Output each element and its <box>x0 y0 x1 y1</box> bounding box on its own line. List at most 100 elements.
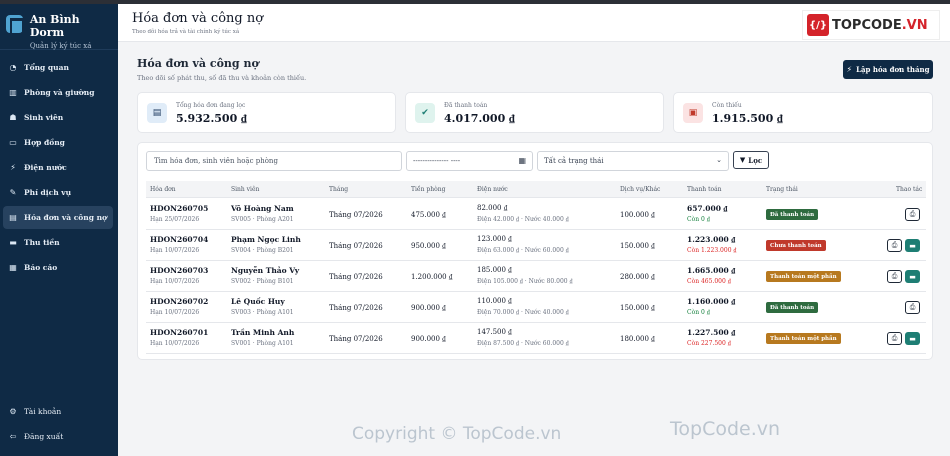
utility-detail: Điện 105.000 ₫ · Nước 80.000 ₫ <box>477 278 573 285</box>
sidebar-item-8[interactable]: ▦ Báo cáo <box>3 256 113 279</box>
invoice-month: Tháng 07/2026 <box>329 211 383 219</box>
sidebar-item-6[interactable]: ▤ Hóa đơn và công nợ <box>3 206 113 229</box>
student-room: SV002 · Phòng B101 <box>231 278 294 285</box>
invoice-due-date: Hạn 25/07/2026 <box>150 216 200 223</box>
cash-icon: ▬ <box>909 334 916 343</box>
col-header-utilities: Điện nước <box>477 186 508 193</box>
stat-value: 5.932.500 ₫ <box>176 112 247 125</box>
collect-payment-button[interactable]: ▬ <box>905 270 920 283</box>
sidebar-item-label: Tổng quan <box>24 63 69 72</box>
col-header-payment: Thanh toán <box>687 186 722 193</box>
utility-detail: Điện 70.000 ₫ · Nước 40.000 ₫ <box>477 309 569 316</box>
status-badge: Đã thanh toán <box>766 302 819 313</box>
money-icon: ▬ <box>9 238 17 247</box>
sidebar-item-2[interactable]: ☗ Sinh viên <box>3 106 113 129</box>
topcode-mark-icon: {/} <box>807 14 829 36</box>
invoice-icon: ▤ <box>9 213 17 222</box>
invoice-due-date: Hạn 10/07/2026 <box>150 340 200 347</box>
print-button[interactable]: ⎙ <box>905 208 920 221</box>
page-title: Hóa đơn và công nợ <box>137 57 259 70</box>
utility-detail: Điện 63.000 ₫ · Nước 60.000 ₫ <box>477 247 569 254</box>
table-row: HDON260705 Hạn 25/07/2026 Võ Hoàng Nam SV00… <box>146 199 926 230</box>
payment-remaining: Còn 465.000 ₫ <box>687 278 731 285</box>
stat-card-paid: ✔ Đã thanh toán 4.017.000 ₫ <box>405 92 664 133</box>
col-header-month: Tháng <box>329 186 349 193</box>
payment-remaining: Còn 1.223.000 ₫ <box>687 247 737 254</box>
sidebar-item-4[interactable]: ⚡ Điện nước <box>3 156 113 179</box>
sidebar-item-account[interactable]: ⚙ Tài khoản <box>3 400 113 423</box>
collect-payment-button[interactable]: ▬ <box>905 332 920 345</box>
student-name: Lê Quốc Huy <box>231 297 285 306</box>
sidebar-item-3[interactable]: ▭ Hợp đồng <box>3 131 113 154</box>
invoice-month: Tháng 07/2026 <box>329 273 383 281</box>
service-fee: 180.000 ₫ <box>620 335 655 343</box>
stat-label: Còn thiếu <box>712 102 742 109</box>
invoice-code: HDON260704 <box>150 235 209 244</box>
printer-icon: ⎙ <box>909 303 916 311</box>
funnel-icon: ▼ <box>739 156 746 164</box>
col-header-rent: Tiền phòng <box>411 186 446 193</box>
invoice-due-date: Hạn 10/07/2026 <box>150 247 200 254</box>
table-header: Hóa đơn Sinh viên Tháng Tiền phòng Điện … <box>146 181 926 198</box>
status-badge: Đã thanh toán <box>766 209 819 220</box>
sidebar-item-5[interactable]: ✎ Phí dịch vụ <box>3 181 113 204</box>
sidebar-item-7[interactable]: ▬ Thu tiền <box>3 231 113 254</box>
sidebar-item-label: Điện nước <box>24 163 67 172</box>
calendar-icon: ▦ <box>518 156 526 165</box>
student-room: SV003 · Phòng A101 <box>231 309 294 316</box>
col-header-actions: Thao tác <box>896 186 923 193</box>
student-name: Phạm Ngọc Linh <box>231 235 301 244</box>
search-input[interactable]: Tìm hóa đơn, sinh viên hoặc phòng <box>146 151 402 171</box>
cash-icon: ▬ <box>909 272 916 281</box>
room-fee: 475.000 ₫ <box>411 211 446 219</box>
sidebar-item-0[interactable]: ◔ Tổng quan <box>3 56 113 79</box>
chart-icon: ▦ <box>9 263 17 272</box>
print-button[interactable]: ⎙ <box>905 301 920 314</box>
logo-text-left: TOPCODE <box>832 17 902 33</box>
status-select[interactable]: Tất cả trạng thái ⌄ <box>537 151 729 171</box>
invoice-due-date: Hạn 10/07/2026 <box>150 309 200 316</box>
sidebar-item-1[interactable]: ▥ Phòng và giường <box>3 81 113 104</box>
sidebar-item-label: Sinh viên <box>24 113 64 122</box>
room-fee: 950.000 ₫ <box>411 242 446 250</box>
sidebar-item-label: Tài khoản <box>24 407 62 416</box>
invoice-month: Tháng 07/2026 <box>329 242 383 250</box>
col-header-status: Trạng thái <box>766 186 798 193</box>
check-icon: ✔ <box>415 103 435 123</box>
utility-fee: 110.000 ₫ <box>477 297 512 305</box>
sidebar-item-label: Hợp đồng <box>24 138 65 147</box>
print-button[interactable]: ⎙ <box>887 239 902 252</box>
invoice-code: HDON260701 <box>150 328 209 337</box>
invoice-month: Tháng 07/2026 <box>329 335 383 343</box>
printer-icon: ⎙ <box>891 241 898 249</box>
print-button[interactable]: ⎙ <box>887 332 902 345</box>
payment-total: 1.223.000 ₫ <box>687 235 736 244</box>
user-gear-icon: ⚙ <box>9 407 17 416</box>
payment-remaining: Còn 0 ₫ <box>687 216 710 223</box>
invoice-code: HDON260705 <box>150 204 209 213</box>
create-button-label: Lập hóa đơn tháng <box>856 65 930 74</box>
payment-total: 1.665.000 ₫ <box>687 266 736 275</box>
student-room: SV005 · Phòng A201 <box>231 216 294 223</box>
building-icon <box>6 15 24 35</box>
filter-button[interactable]: ▼ Lọc <box>733 151 769 169</box>
print-button[interactable]: ⎙ <box>887 270 902 283</box>
month-date-input[interactable]: --------------- ---- ▦ <box>406 151 533 171</box>
sidebar: An Bình Dorm Quản lý ký túc xá ◔ Tổng qua… <box>0 4 118 456</box>
create-monthly-invoice-button[interactable]: ⚡ Lập hóa đơn tháng <box>843 60 933 79</box>
header-subtitle: Theo dõi hóa trả và tài chính ký túc xá <box>132 29 240 35</box>
utility-fee: 82.000 ₫ <box>477 204 508 212</box>
utility-fee: 123.000 ₫ <box>477 235 512 243</box>
student-name: Võ Hoàng Nam <box>231 204 294 213</box>
brand-subtitle: Quản lý ký túc xá <box>29 42 92 50</box>
service-fee: 280.000 ₫ <box>620 273 655 281</box>
cash-icon: ▬ <box>909 241 916 250</box>
payment-total: 657.000 ₫ <box>687 204 728 213</box>
bolt-icon: ⚡ <box>10 163 16 172</box>
service-fee: 150.000 ₫ <box>620 304 655 312</box>
brand: An Bình Dorm Quản lý ký túc xá <box>0 4 118 50</box>
col-header-services: Dịch vụ/Khác <box>620 186 661 193</box>
sidebar-item-logout[interactable]: ⇦ Đăng xuất <box>3 425 113 448</box>
student-name: Nguyễn Thảo Vy <box>231 266 300 275</box>
collect-payment-button[interactable]: ▬ <box>905 239 920 252</box>
